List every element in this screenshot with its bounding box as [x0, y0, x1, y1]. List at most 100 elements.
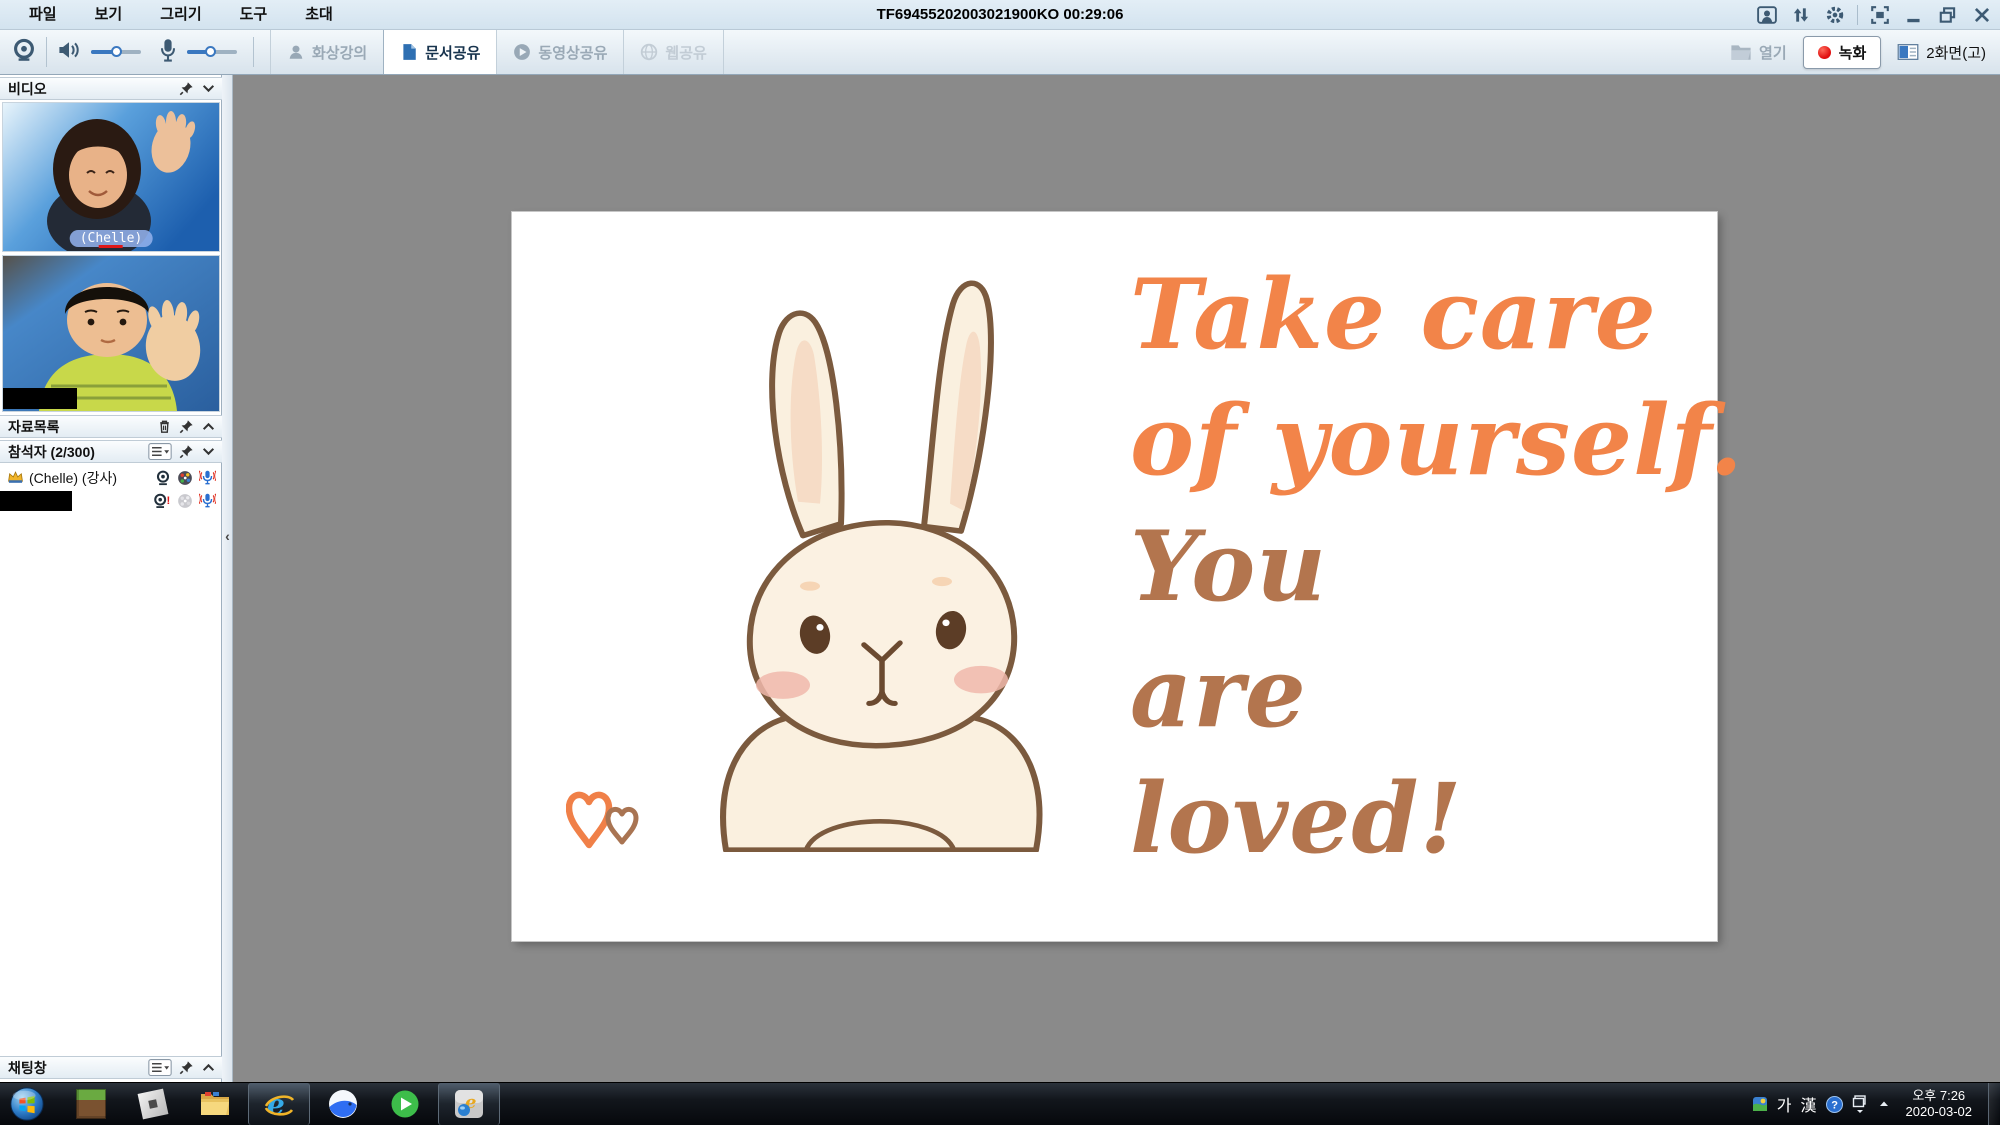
pin-icon[interactable] — [179, 419, 194, 434]
tab-video-lecture[interactable]: 화상강의 — [270, 30, 383, 74]
start-button[interactable] — [8, 1085, 46, 1123]
taskbar-app-roblox[interactable] — [122, 1083, 184, 1125]
webcam-video-instructor[interactable]: (Chelle) — [2, 102, 220, 252]
bunny-illustration — [688, 256, 1073, 852]
show-hidden-icons-button[interactable] — [1877, 1097, 1891, 1111]
materials-panel-title: 자료목록 — [8, 417, 60, 437]
draw-palette-icon[interactable] — [177, 470, 193, 486]
taskbar-app-whale-browser[interactable] — [312, 1083, 374, 1125]
mic-active-icon[interactable] — [199, 492, 216, 509]
speaker-icon[interactable] — [57, 40, 81, 65]
chat-panel-header[interactable]: 채팅창 — [0, 1056, 222, 1079]
censored-participant-name — [0, 491, 72, 511]
menu-view[interactable]: 보기 — [76, 0, 142, 30]
participants-panel-header[interactable]: 참석자 (2/300) — [0, 440, 222, 463]
list-options-button[interactable] — [148, 443, 172, 460]
chevron-up-icon[interactable] — [201, 1060, 216, 1075]
tab-video-file-share[interactable]: 동영상공유 — [496, 30, 623, 74]
presentation-slide[interactable]: Take care of yourself. You are loved! — [512, 212, 1717, 941]
tab-web-share[interactable]: 웹공유 — [623, 30, 723, 74]
webcam-alert-icon[interactable]: ! — [153, 493, 171, 509]
materials-panel-header[interactable]: 자료목록 — [0, 415, 222, 438]
taskbar-apps: e e — [0, 1083, 502, 1125]
video-panel-header[interactable]: 비디오 — [0, 77, 222, 100]
divider — [1857, 5, 1858, 25]
menubar: 파일 보기 그리기 도구 초대 — [0, 0, 352, 29]
restore-button[interactable] — [1936, 4, 1960, 26]
trash-icon[interactable] — [157, 419, 172, 434]
chevron-up-icon[interactable] — [201, 419, 216, 434]
webcam-video-student[interactable] — [2, 255, 220, 412]
share-tabs: 화상강의 문서공유 동영상공유 웹공유 — [270, 30, 724, 74]
quote-line: are — [1130, 630, 1744, 756]
sidebar-collapse-button[interactable]: ‹ — [222, 523, 233, 549]
participant-row-student[interactable]: ! — [0, 489, 222, 512]
menu-file[interactable]: 파일 — [10, 0, 76, 30]
draw-palette-disabled-icon[interactable] — [177, 493, 193, 509]
volume-slider[interactable] — [91, 50, 141, 54]
settings-gear-icon[interactable] — [1823, 4, 1847, 26]
quote-line: of yourself. — [1130, 378, 1744, 504]
dual-screen-button[interactable]: 2화면(고) — [1897, 42, 1986, 63]
pin-icon[interactable] — [179, 81, 194, 96]
microphone-icon[interactable] — [159, 38, 177, 67]
windows-taskbar: e e — [0, 1082, 2000, 1125]
ime-korean-indicator[interactable]: 가 — [1777, 1092, 1792, 1116]
swap-arrows-icon[interactable] — [1789, 4, 1813, 26]
volume-slider-knob[interactable] — [111, 46, 122, 57]
close-button[interactable] — [1970, 4, 1994, 26]
record-dot-icon — [1818, 46, 1831, 59]
tray-time: 오후 7:26 — [1906, 1088, 1973, 1104]
quote-line: loved! — [1130, 756, 1744, 882]
svg-text:!: ! — [167, 494, 171, 506]
tray-clock[interactable]: 오후 7:26 2020-03-02 — [1906, 1088, 1973, 1120]
taskbar-app-video-player[interactable] — [374, 1083, 436, 1125]
chat-panel-title: 채팅창 — [8, 1058, 47, 1078]
webcam1-name-label: (Chelle) — [70, 230, 153, 247]
system-tray: 가 漢 ? 오후 7:26 2020-03-02 — [1752, 1083, 2000, 1125]
list-options-button[interactable] — [148, 1059, 172, 1076]
globe-icon — [640, 43, 658, 61]
menu-tools[interactable]: 도구 — [221, 0, 287, 30]
webcam-status-icon[interactable] — [155, 470, 171, 486]
chevron-down-icon[interactable] — [201, 444, 216, 459]
taskbar-app-lecture-client[interactable]: e — [438, 1083, 500, 1125]
ime-toolbar-icon[interactable] — [1852, 1094, 1868, 1114]
svg-text:?: ? — [1831, 1099, 1838, 1111]
taskbar-app-explorer[interactable] — [184, 1083, 246, 1125]
minimize-button[interactable] — [1902, 4, 1926, 26]
ime-language-icon[interactable] — [1752, 1096, 1768, 1112]
tab-label: 동영상공유 — [538, 42, 607, 63]
ime-hanja-indicator[interactable]: 漢 — [1800, 1092, 1816, 1116]
menu-draw[interactable]: 그리기 — [141, 0, 220, 30]
taskbar-app-minecraft[interactable] — [60, 1083, 122, 1125]
taskbar-app-internet-explorer[interactable]: e — [248, 1083, 310, 1125]
minecraft-icon — [76, 1089, 106, 1119]
help-tray-icon[interactable]: ? — [1826, 1096, 1843, 1113]
webcam-icon[interactable] — [12, 38, 36, 67]
body-area: 비디오 — [0, 75, 2000, 1082]
tab-document-share[interactable]: 문서공유 — [383, 30, 496, 74]
internet-explorer-icon: e — [263, 1088, 295, 1120]
fullscreen-icon[interactable] — [1868, 4, 1892, 26]
mic-slider[interactable] — [187, 50, 237, 54]
show-desktop-button[interactable] — [1988, 1083, 2000, 1125]
mic-active-icon[interactable] — [199, 469, 216, 486]
tab-label: 문서공유 — [425, 42, 480, 63]
pin-icon[interactable] — [179, 444, 194, 459]
mic-slider-knob[interactable] — [205, 46, 216, 57]
shared-document-area: Take care of yourself. You are loved! — [233, 75, 2000, 1082]
tab-label: 화상강의 — [312, 42, 367, 63]
record-button[interactable]: 녹화 — [1803, 36, 1882, 69]
toolbar: 화상강의 문서공유 동영상공유 웹공유 열기 녹화 — [0, 30, 2000, 75]
tray-date: 2020-03-02 — [1906, 1104, 1973, 1120]
play-app-icon — [390, 1089, 420, 1119]
chevron-down-icon[interactable] — [201, 81, 216, 96]
menu-invite[interactable]: 초대 — [286, 0, 352, 30]
whale-icon — [328, 1089, 358, 1119]
pin-icon[interactable] — [179, 1060, 194, 1075]
open-button[interactable]: 열기 — [1730, 42, 1787, 63]
participant-name: (Chelle) (강사) — [29, 468, 117, 488]
participant-row-instructor[interactable]: (Chelle) (강사) — [0, 466, 222, 489]
profile-icon[interactable] — [1755, 4, 1779, 26]
